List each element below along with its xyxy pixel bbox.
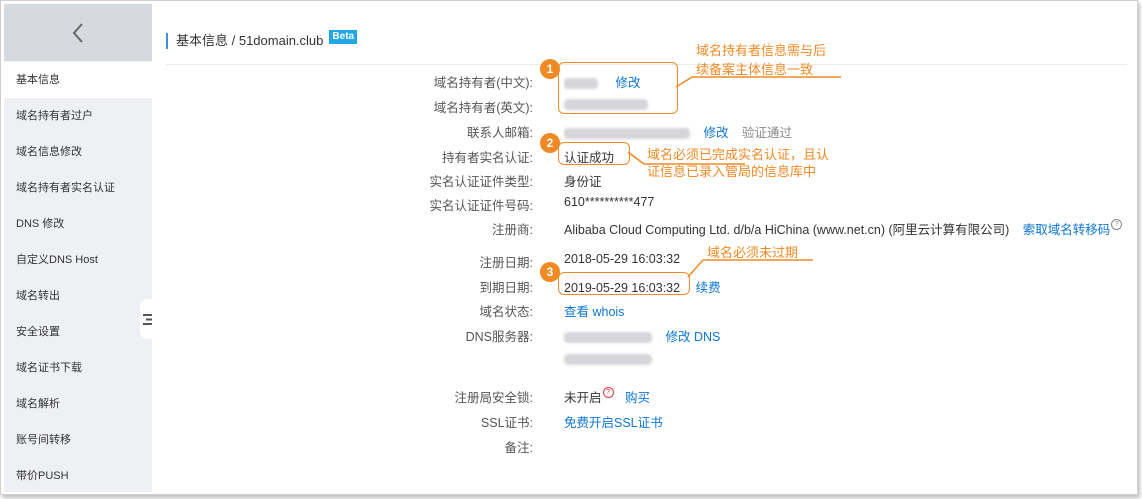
annotation-number-2: 2	[540, 133, 560, 153]
cert-type-value: 身份证	[564, 175, 602, 189]
whois-link-text[interactable]: 查看 whois	[564, 305, 624, 319]
cert-no-label: 实名认证证件号码:	[429, 199, 533, 213]
sidebar-item-owner-transfer[interactable]: 域名持有者过户	[4, 98, 152, 134]
sidebar-item-custom-dns-host[interactable]: 自定义DNS Host	[4, 242, 152, 278]
reg-date-value: 2018-05-29 16:03:32	[564, 252, 681, 266]
breadcrumb-text: 基本信息 / 51domain.club	[176, 33, 324, 48]
reg-date-label: 注册日期:	[479, 256, 533, 270]
dns-row-2	[564, 352, 652, 366]
sidebar-item-dns-resolve[interactable]: 域名解析	[4, 386, 152, 422]
help-icon[interactable]: ?	[602, 387, 614, 398]
dns-row-1: 修改 DNS	[564, 326, 720, 345]
sidebar-item-security[interactable]: 安全设置	[4, 314, 152, 350]
cert-no-value: 610**********477	[564, 195, 655, 209]
sidebar: 基本信息 域名持有者过户 域名信息修改 域名持有者实名认证 DNS 修改 自定义…	[4, 4, 152, 492]
annotation-text-1a: 域名持有者信息需与后	[696, 43, 827, 58]
breadcrumb: 基本信息 / 51domain.club Beta	[166, 30, 358, 49]
annotation-number-1: 1	[540, 59, 560, 79]
annotation-box-realname	[558, 142, 630, 165]
lock-value: 未开启	[564, 391, 602, 405]
lock-label: 注册局安全锁:	[454, 391, 533, 405]
sidebar-item-push[interactable]: 带价PUSH	[4, 458, 152, 494]
registrar-label: 注册商:	[492, 223, 533, 237]
sidebar-item-basic-info[interactable]: 基本信息	[4, 62, 152, 98]
dns-server-1-redacted	[564, 332, 652, 344]
status-label: 域名状态:	[479, 305, 533, 319]
annotation-text-3: 域名必须未过期	[707, 245, 799, 260]
whois-link[interactable]: 查看 whois	[564, 301, 624, 320]
annotation-box-expiry	[558, 272, 690, 295]
annotation-number-3: 3	[540, 262, 560, 282]
sidebar-item-transfer-out[interactable]: 域名转出	[4, 278, 152, 314]
realname-label: 持有者实名认证:	[442, 151, 533, 165]
ssl-label: SSL证书:	[480, 416, 533, 430]
transfer-code-link[interactable]: 索取域名转移码	[1023, 223, 1111, 237]
annotation-box-owner	[558, 62, 678, 114]
beta-badge: Beta	[329, 30, 358, 44]
ssl-row: 免费开启SSL证书	[564, 412, 663, 431]
renew-link[interactable]: 续费	[696, 281, 721, 295]
chevron-left-icon	[72, 22, 83, 43]
dns-server-2-redacted	[564, 354, 652, 366]
cert-type-label: 实名认证证件类型:	[429, 175, 533, 189]
help-icon[interactable]: ?	[1111, 219, 1123, 230]
annotation-text-2b: 证信息已录入管局的信息库中	[647, 164, 817, 179]
owner-en-label: 域名持有者(英文):	[433, 101, 533, 115]
sidebar-item-dns-modify[interactable]: DNS 修改	[4, 206, 152, 242]
owner-cn-label: 域名持有者(中文):	[433, 76, 533, 90]
lock-buy-link[interactable]: 购买	[625, 391, 650, 405]
email-edit-link[interactable]: 修改	[703, 126, 728, 140]
collapse-icon	[142, 313, 152, 325]
sidebar-item-cert-download[interactable]: 域名证书下载	[4, 350, 152, 386]
exp-date-label: 到期日期:	[479, 281, 533, 295]
email-redacted	[564, 128, 690, 140]
sidebar-item-realname[interactable]: 域名持有者实名认证	[4, 170, 152, 206]
email-verified-status: 验证通过	[741, 126, 792, 140]
sidebar-item-account-transfer[interactable]: 账号间转移	[4, 422, 152, 458]
lock-row: 未开启? 购买	[564, 387, 650, 406]
email-label: 联系人邮箱:	[467, 126, 533, 140]
dns-label: DNS服务器:	[465, 330, 533, 344]
registrar-row: Alibaba Cloud Computing Ltd. d/b/a HiChi…	[564, 219, 1123, 238]
remark-label: 备注:	[504, 441, 533, 455]
registrar-value: Alibaba Cloud Computing Ltd. d/b/a HiChi…	[564, 223, 1010, 237]
email-value: 修改 验证通过	[564, 122, 792, 141]
ssl-link[interactable]: 免费开启SSL证书	[564, 416, 663, 430]
annotation-text-2a: 域名必须已完成实名认证，且认	[647, 147, 830, 162]
dns-edit-link[interactable]: 修改 DNS	[665, 330, 720, 344]
annotation-text-1b: 续备案主体信息一致	[696, 62, 814, 77]
sidebar-item-info-modify[interactable]: 域名信息修改	[4, 134, 152, 170]
window-frame: 基本信息 域名持有者过户 域名信息修改 域名持有者实名认证 DNS 修改 自定义…	[0, 0, 1138, 495]
back-button[interactable]	[4, 4, 152, 61]
